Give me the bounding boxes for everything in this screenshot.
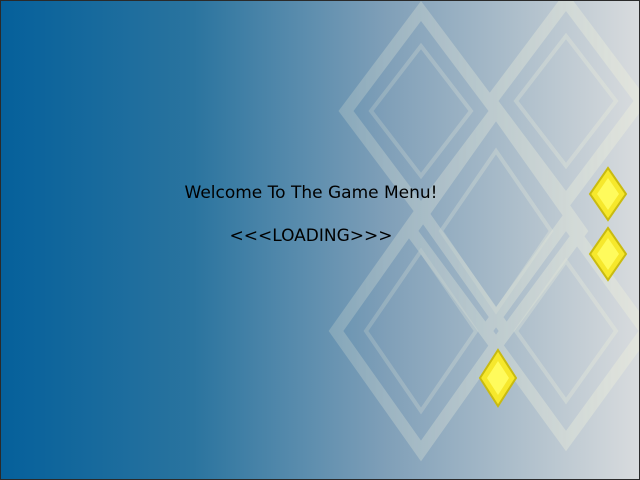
welcome-title: Welcome To The Game Menu! [184, 183, 438, 203]
loading-status: <<<LOADING>>> [229, 226, 393, 246]
game-menu-screen: Welcome To The Game Menu! <<<LOADING>>> [0, 0, 640, 480]
